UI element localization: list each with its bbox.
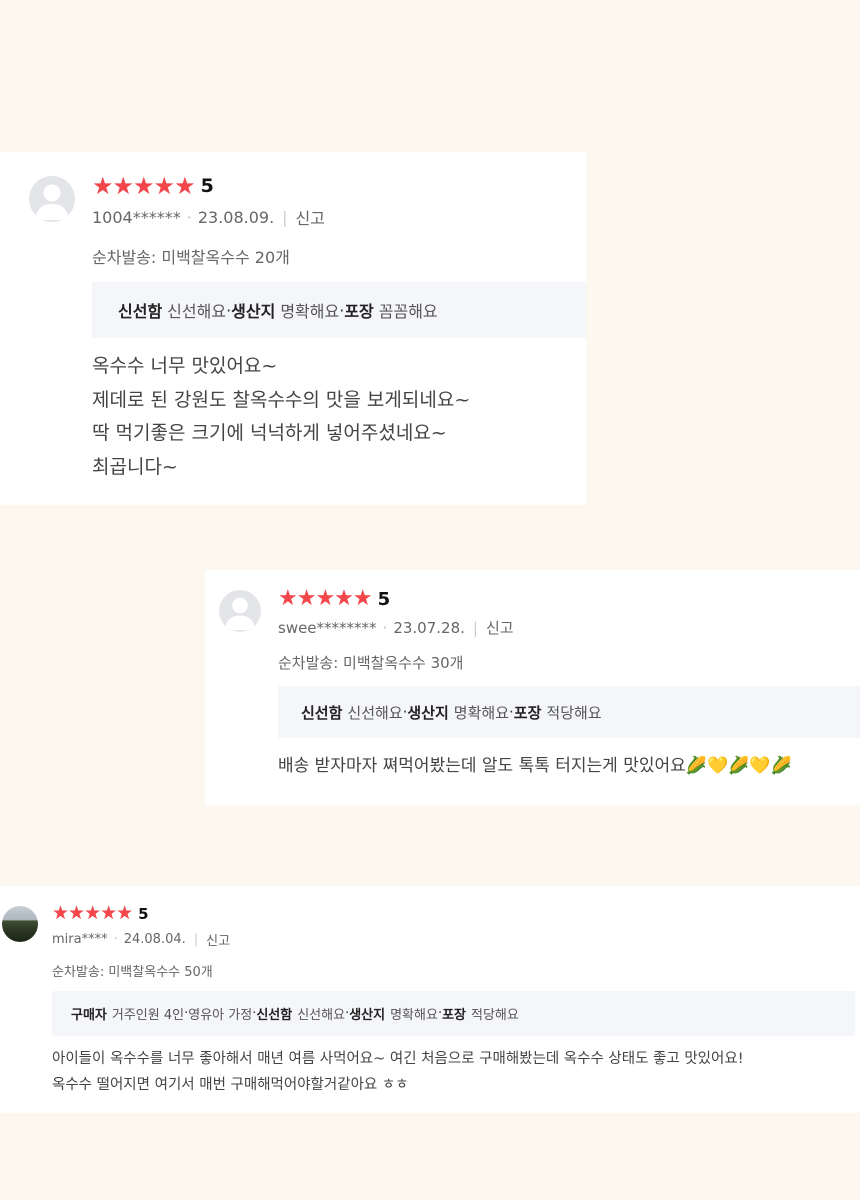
user-icon [224,597,256,631]
star-rating-icon: ★★★★★ [92,172,196,200]
tag-freshness: 신선함 신선해요 [118,302,227,321]
separator-bar: | [193,932,199,947]
separator-dot: · [113,932,118,947]
avatar [219,590,261,632]
review-tags: 신선함 신선해요 · 생산지 명확해요 · 포장 꼼꼼해요 [92,282,586,338]
rating-score: 5 [377,588,391,610]
review-date: 23.08.09. [197,207,275,227]
tag-freshness: 신선함 신선해요 [301,703,403,722]
tag-origin: 생산지 명확해요 [349,1008,438,1023]
rating: ★★★★★ 5 [92,174,214,198]
review-text: 배송 받자마자 쪄먹어봤는데 알도 톡톡 터지는게 맛있어요🌽💛🌽💛🌽 [278,756,792,776]
rating-score: 5 [200,175,214,197]
review-card: ★★★★★ 5 swee******** · 23.07.28. | 신고 순차… [205,570,860,805]
user-icon [35,184,69,220]
review-meta: swee******** · 23.07.28. | 신고 [278,617,514,638]
tag-origin: 생산지 명확해요 [231,302,340,321]
tag-buyer: 구매자 거주인원 4인 [71,1008,185,1023]
review-meta: 1004****** · 23.08.09. | 신고 [92,205,325,229]
purchase-option: 순차발송: 미백찰옥수수 20개 [92,248,290,267]
review-date: 23.07.28. [393,618,465,637]
separator-dot: · [186,207,192,227]
star-rating-icon: ★★★★★ [52,902,133,924]
tag-origin: 생산지 명확해요 [407,703,509,722]
report-button[interactable]: 신고 [296,205,325,229]
review-text: 아이들이 옥수수를 너무 좋아해서 매년 여름 사먹어요~ 여긴 처음으로 구매… [52,1051,744,1093]
tag-packaging: 포장 적당해요 [442,1008,519,1023]
separator-dot: · [382,618,388,637]
avatar [29,176,75,222]
report-button[interactable]: 신고 [206,930,230,949]
report-button[interactable]: 신고 [486,617,514,638]
review-tags: 구매자 거주인원 4인 · 영유아 가정 · 신선함 신선해요 · 생산지 명확해요 … [52,991,855,1036]
rating: ★★★★★ 5 [278,588,390,610]
rating: ★★★★★ 5 [52,904,149,923]
star-rating-icon: ★★★★★ [278,586,373,611]
tag-packaging: 포장 꼼꼼해요 [344,302,438,321]
review-meta: mira**** · 24.08.04. | 신고 [52,930,230,949]
separator-bar: | [282,207,288,227]
review-date: 24.08.04. [123,932,186,947]
rating-score: 5 [138,904,149,923]
review-tags: 신선함 신선해요 · 생산지 명확해요 · 포장 적당해요 [278,686,860,738]
review-text: 옥수수 너무 맛있어요~ 제데로 된 강원도 찰옥수수의 맛을 보게되네요~ 딱… [92,355,471,478]
review-card: ★★★★★ 5 mira**** · 24.08.04. | 신고 순차발송: … [0,886,860,1113]
tag-packaging: 포장 적당해요 [513,703,602,722]
purchase-option: 순차발송: 미백찰옥수수 50개 [52,965,213,980]
separator-bar: | [472,618,478,637]
user-id: swee******** [278,618,377,637]
avatar [2,906,38,942]
review-card: ★★★★★ 5 1004****** · 23.08.09. | 신고 순차발송… [0,152,586,505]
tag-freshness: 신선함 신선해요 [256,1008,346,1023]
purchase-option: 순차발송: 미백찰옥수수 30개 [278,654,464,672]
user-id: mira**** [52,932,108,947]
tag-household: 영유아 가정 [188,1008,253,1023]
user-id: 1004****** [92,207,181,227]
